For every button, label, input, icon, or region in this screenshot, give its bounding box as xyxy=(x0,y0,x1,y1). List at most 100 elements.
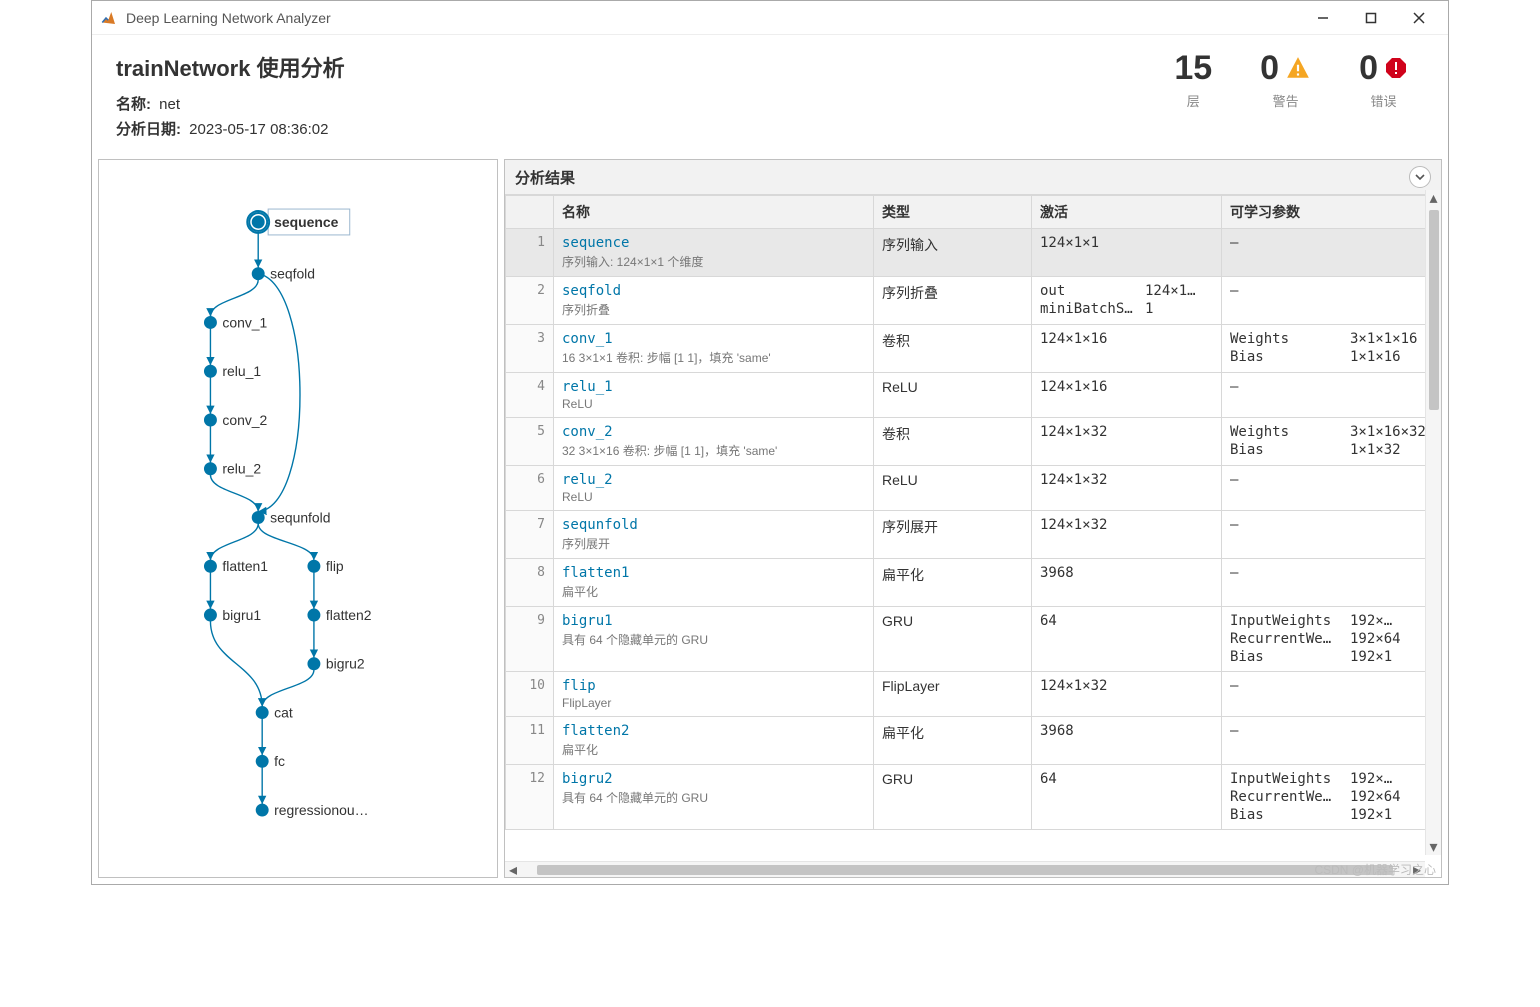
hscroll-thumb[interactable] xyxy=(537,865,1393,875)
graph-node-cat[interactable]: cat xyxy=(257,705,293,721)
table-row[interactable]: 11flatten2扁平化扁平化3968– xyxy=(506,717,1441,765)
results-pane: 分析结果 名称 类型 激活 可学习参 xyxy=(504,159,1442,878)
graph-node-conv_2[interactable]: conv_2 xyxy=(205,412,268,428)
graph-node-label: conv_2 xyxy=(222,412,267,428)
analysis-header: trainNetwork 使用分析 名称: net 分析日期: 2023-05-… xyxy=(92,35,1448,153)
row-index: 5 xyxy=(506,418,554,466)
col-index[interactable] xyxy=(506,196,554,229)
table-row[interactable]: 3conv_116 3×1×1 卷积: 步幅 [1 1]，填充 'same'卷积… xyxy=(506,325,1441,373)
vertical-scrollbar[interactable]: ▴ ▾ xyxy=(1425,190,1441,855)
graph-node-label: relu_2 xyxy=(222,461,261,477)
row-learnable: InputWeights192×…RecurrentWe…192×64Bias1… xyxy=(1222,607,1441,672)
maximize-button[interactable] xyxy=(1356,5,1386,31)
graph-node-label: fc xyxy=(274,753,285,769)
layer-subtitle: FlipLayer xyxy=(562,696,865,710)
layer-name: bigru1 xyxy=(562,613,865,629)
table-row[interactable]: 9bigru1具有 64 个隐藏单元的 GRUGRU64InputWeights… xyxy=(506,607,1441,672)
graph-node-conv_1[interactable]: conv_1 xyxy=(205,314,268,330)
col-type[interactable]: 类型 xyxy=(874,196,1032,229)
layer-subtitle: 32 3×1×16 卷积: 步幅 [1 1]，填充 'same' xyxy=(562,442,865,459)
table-row[interactable]: 2seqfold序列折叠序列折叠out124×1…miniBatchS…1– xyxy=(506,277,1441,325)
vscroll-thumb[interactable] xyxy=(1429,210,1439,410)
row-learnable: Weights3×1×1×16Bias1×1×16 xyxy=(1222,325,1441,373)
minimize-icon xyxy=(1317,12,1329,24)
date-value: 2023-05-17 08:36:02 xyxy=(189,121,328,138)
table-row[interactable]: 8flatten1扁平化扁平化3968– xyxy=(506,559,1441,607)
layer-subtitle: 扁平化 xyxy=(562,583,865,600)
row-activation: 124×1×32 xyxy=(1032,418,1222,466)
row-type: 卷积 xyxy=(874,325,1032,373)
graph-node-fc[interactable]: fc xyxy=(257,753,285,769)
layer-name: seqfold xyxy=(562,283,865,299)
row-activation: 64 xyxy=(1032,607,1222,672)
chevron-down-icon xyxy=(1414,171,1426,183)
layer-subtitle: 序列折叠 xyxy=(562,301,865,318)
row-name-cell: seqfold 序列折叠 xyxy=(554,277,874,325)
col-learnable[interactable]: 可学习参数 xyxy=(1222,196,1441,229)
graph-node-flip[interactable]: flip xyxy=(308,558,343,574)
watermark: CSDN @机器学习之心 xyxy=(1314,861,1436,878)
graph-node-label: flatten1 xyxy=(222,558,268,574)
warning-icon xyxy=(1285,55,1311,81)
row-name-cell: conv_116 3×1×1 卷积: 步幅 [1 1]，填充 'same' xyxy=(554,325,874,373)
results-table-wrap[interactable]: 名称 类型 激活 可学习参数 1sequence序列输入: 124×1×1 个维… xyxy=(505,195,1441,877)
graph-edge xyxy=(210,280,258,317)
graph-node-label: sequence xyxy=(274,214,338,230)
row-type: 扁平化 xyxy=(874,559,1032,607)
table-row[interactable]: 1sequence序列输入: 124×1×1 个维度序列输入124×1×1– xyxy=(506,229,1441,277)
graph-node-flatten2[interactable]: flatten2 xyxy=(308,607,371,623)
table-row[interactable]: 10flipFlipLayerFlipLayer124×1×32– xyxy=(506,672,1441,717)
layer-name: relu_1 xyxy=(562,379,865,395)
graph-node-relu_1[interactable]: relu_1 xyxy=(205,363,261,379)
warnings-count: 0 xyxy=(1260,51,1279,85)
layer-name: conv_2 xyxy=(562,424,865,440)
titlebar: Deep Learning Network Analyzer xyxy=(92,1,1448,35)
scroll-left-arrow[interactable]: ◂ xyxy=(505,860,521,879)
layer-subtitle: 具有 64 个隐藏单元的 GRU xyxy=(562,789,865,806)
graph-node-bigru1[interactable]: bigru1 xyxy=(205,607,261,623)
col-activation[interactable]: 激活 xyxy=(1032,196,1222,229)
table-row[interactable]: 6relu_2ReLUReLU124×1×32– xyxy=(506,466,1441,511)
graph-edge xyxy=(258,523,314,560)
scroll-down-arrow[interactable]: ▾ xyxy=(1429,839,1437,855)
row-index: 12 xyxy=(506,765,554,830)
row-name-cell: bigru2具有 64 个隐藏单元的 GRU xyxy=(554,765,874,830)
graph-node-regressionou…[interactable]: regressionou… xyxy=(257,802,369,818)
close-icon xyxy=(1413,12,1425,24)
window-title: Deep Learning Network Analyzer xyxy=(126,10,1300,26)
graph-node-label: relu_1 xyxy=(222,363,261,379)
row-type: 序列折叠 xyxy=(874,277,1032,325)
graph-node-seqfold[interactable]: seqfold xyxy=(253,266,315,282)
row-type: 扁平化 xyxy=(874,717,1032,765)
layer-subtitle: 序列展开 xyxy=(562,535,865,552)
table-row[interactable]: 12bigru2具有 64 个隐藏单元的 GRUGRU64InputWeight… xyxy=(506,765,1441,830)
graph-node-sequence[interactable]: sequence xyxy=(247,209,349,235)
results-title: 分析结果 xyxy=(515,167,575,188)
table-row[interactable]: 4relu_1ReLUReLU124×1×16– xyxy=(506,373,1441,418)
col-name[interactable]: 名称 xyxy=(554,196,874,229)
row-name-cell: relu_1ReLU xyxy=(554,373,874,418)
close-button[interactable] xyxy=(1404,5,1434,31)
graph-node-bigru2[interactable]: bigru2 xyxy=(308,656,364,672)
horizontal-scrollbar[interactable]: ◂ ▸ xyxy=(505,861,1425,877)
errors-count: 0 xyxy=(1359,51,1378,85)
row-learnable: – xyxy=(1222,559,1441,607)
row-activation: 124×1×16 xyxy=(1032,373,1222,418)
minimize-button[interactable] xyxy=(1308,5,1338,31)
scroll-up-arrow[interactable]: ▴ xyxy=(1429,190,1437,206)
results-collapse-button[interactable] xyxy=(1409,166,1431,188)
graph-node-relu_2[interactable]: relu_2 xyxy=(205,461,261,477)
maximize-icon xyxy=(1365,12,1377,24)
graph-node-sequnfold[interactable]: sequnfold xyxy=(253,509,331,525)
graph-node-label: bigru1 xyxy=(222,607,261,623)
results-table: 名称 类型 激活 可学习参数 1sequence序列输入: 124×1×1 个维… xyxy=(505,195,1441,830)
layers-label: 层 xyxy=(1174,91,1212,110)
table-row[interactable]: 7sequnfold序列展开序列展开124×1×32– xyxy=(506,511,1441,559)
table-row[interactable]: 5 conv_2 32 3×1×16 卷积: 步幅 [1 1]，填充 'same' 卷… xyxy=(506,418,1441,466)
network-graph-pane[interactable]: sequence seqfold conv_1 relu_1 conv_2 relu_2s… xyxy=(98,159,498,878)
layer-subtitle: 16 3×1×1 卷积: 步幅 [1 1]，填充 'same' xyxy=(562,349,865,366)
row-activation: 124×1×32 xyxy=(1032,511,1222,559)
row-learnable: – xyxy=(1222,672,1441,717)
row-type: 卷积 xyxy=(874,418,1032,466)
graph-node-flatten1[interactable]: flatten1 xyxy=(205,558,268,574)
